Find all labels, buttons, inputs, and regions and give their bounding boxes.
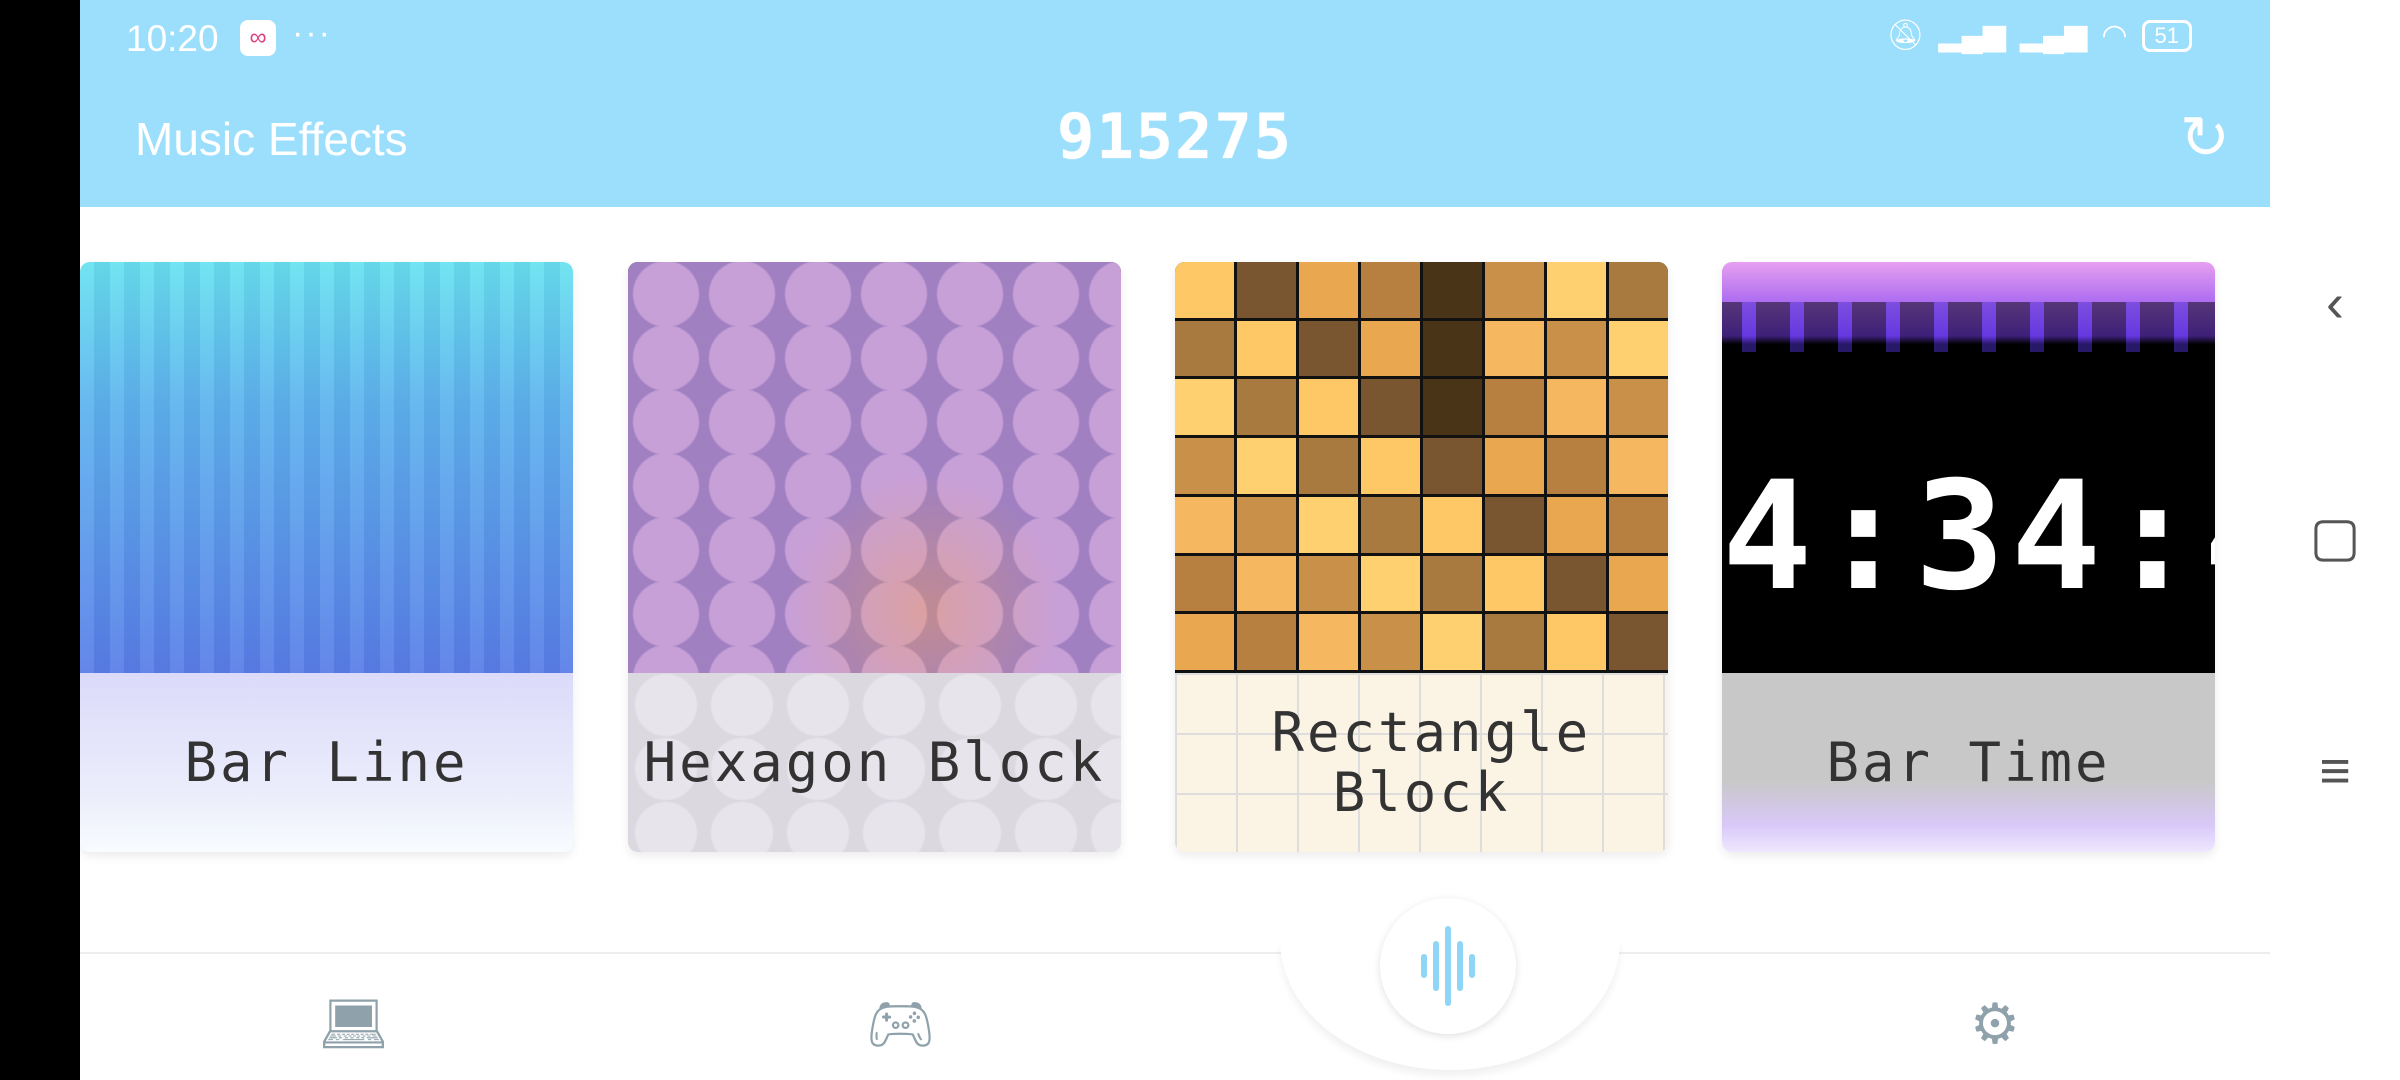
- grid-cell: [1175, 320, 1234, 377]
- music-wave-button[interactable]: [1380, 898, 1516, 1034]
- clock-text: 4:34:4: [1722, 450, 2215, 624]
- signal-icon-2: ▂▄▆: [2019, 19, 2088, 52]
- grid-cell: [1299, 555, 1358, 612]
- grid-cell: [1361, 320, 1420, 377]
- grid-cell: [1361, 262, 1420, 318]
- card-label: Hexagon Block: [643, 730, 1106, 794]
- system-nav-bar: ‹ ▢ ≡: [2270, 0, 2400, 1080]
- grid-cell: [1485, 555, 1544, 612]
- recents-button[interactable]: ≡: [2270, 740, 2400, 802]
- grid-cell: [1423, 262, 1482, 318]
- grid-cell: [1423, 496, 1482, 553]
- grid-cell: [1361, 379, 1420, 436]
- system-icons: 🔕︎ ▂▄▆ ▂▄▆ ◠ 51: [1886, 18, 2192, 53]
- grid-cell: [1175, 555, 1234, 612]
- back-button[interactable]: ‹: [2270, 272, 2400, 334]
- grid-cell: [1485, 320, 1544, 377]
- grid-cell: [1299, 496, 1358, 553]
- grid-cell: [1485, 438, 1544, 494]
- gear-icon[interactable]: ⚙: [1960, 994, 2030, 1054]
- battery-icon: 51: [2141, 19, 2192, 52]
- grid-cell: [1175, 614, 1234, 670]
- hexagon-block-preview: [628, 262, 1121, 673]
- grid-cell: [1423, 614, 1482, 670]
- laptop-icon[interactable]: 💻︎: [318, 994, 389, 1054]
- grid-cell: [1423, 438, 1482, 494]
- grid-cell: [1547, 262, 1606, 318]
- grid-cell: [1237, 320, 1296, 377]
- effect-card-rectangle-block[interactable]: Rectangle Block: [1175, 262, 1668, 852]
- grid-cell: [1237, 614, 1296, 670]
- grid-cell: [1237, 379, 1296, 436]
- grid-cell: [1237, 438, 1296, 494]
- home-button[interactable]: ▢: [2270, 505, 2400, 568]
- grid-cell: [1609, 262, 1668, 318]
- grid-cell: [1485, 496, 1544, 553]
- grid-cell: [1361, 614, 1420, 670]
- grid-cell: [1609, 555, 1668, 612]
- more-notifications-icon: ···: [292, 14, 332, 52]
- bar-line-preview: [80, 262, 573, 673]
- left-black-bar: [0, 0, 80, 1080]
- grid-cell: [1609, 614, 1668, 670]
- card-label: Bar Line: [184, 730, 469, 794]
- grid-cell: [1175, 379, 1234, 436]
- grid-cell: [1237, 555, 1296, 612]
- refresh-button[interactable]: ↻: [2180, 108, 2230, 168]
- grid-cell: [1175, 496, 1234, 553]
- grid-cell: [1175, 262, 1234, 318]
- grid-cell: [1423, 320, 1482, 377]
- grid-cell: [1299, 320, 1358, 377]
- grid-cell: [1485, 262, 1544, 318]
- grid-cell: [1175, 438, 1234, 494]
- card-label: Bar Time: [1826, 730, 2111, 794]
- grid-cell: [1609, 438, 1668, 494]
- app-header: 10:20 ∞ ··· 🔕︎ ▂▄▆ ▂▄▆ ◠ 51 Music Effect…: [80, 0, 2270, 207]
- signal-icon: ▂▄▆: [1938, 19, 2006, 52]
- wifi-icon: ◠: [2101, 19, 2128, 52]
- bottom-nav: 💻︎ 🎮︎ ⚙: [80, 952, 2270, 1080]
- status-time: 10:20: [126, 18, 219, 59]
- grid-cell: [1299, 262, 1358, 318]
- grid-cell: [1547, 614, 1606, 670]
- grid-cell: [1299, 438, 1358, 494]
- grid-cell: [1547, 438, 1606, 494]
- grid-cell: [1361, 555, 1420, 612]
- grid-cell: [1299, 614, 1358, 670]
- grid-cell: [1361, 496, 1420, 553]
- effect-card-bar-line[interactable]: Bar Line: [80, 262, 573, 852]
- card-label: Rectangle Block: [1271, 700, 1592, 824]
- bar-time-preview: 4:34:4: [1722, 262, 2215, 673]
- grid-cell: [1547, 320, 1606, 377]
- app-notification-icon: ∞: [240, 20, 276, 56]
- effect-card-hexagon-block[interactable]: Hexagon Block: [628, 262, 1121, 852]
- grid-cell: [1609, 320, 1668, 377]
- grid-cell: [1361, 438, 1420, 494]
- rectangle-block-preview: [1175, 262, 1668, 673]
- grid-cell: [1237, 496, 1296, 553]
- grid-cell: [1237, 262, 1296, 318]
- grid-cell: [1423, 555, 1482, 612]
- effect-card-bar-time[interactable]: 4:34:4 Bar Time: [1722, 262, 2215, 852]
- grid-cell: [1609, 379, 1668, 436]
- grid-cell: [1485, 379, 1544, 436]
- grid-cell: [1423, 379, 1482, 436]
- grid-cell: [1547, 379, 1606, 436]
- device-code: 915275: [1057, 100, 1293, 173]
- grid-cell: [1547, 555, 1606, 612]
- grid-cell: [1485, 614, 1544, 670]
- grid-cell: [1547, 496, 1606, 553]
- grid-cell: [1609, 496, 1668, 553]
- grid-cell: [1299, 379, 1358, 436]
- gamepad-icon[interactable]: 🎮︎: [865, 994, 936, 1054]
- mute-icon: 🔕︎: [1886, 19, 1925, 52]
